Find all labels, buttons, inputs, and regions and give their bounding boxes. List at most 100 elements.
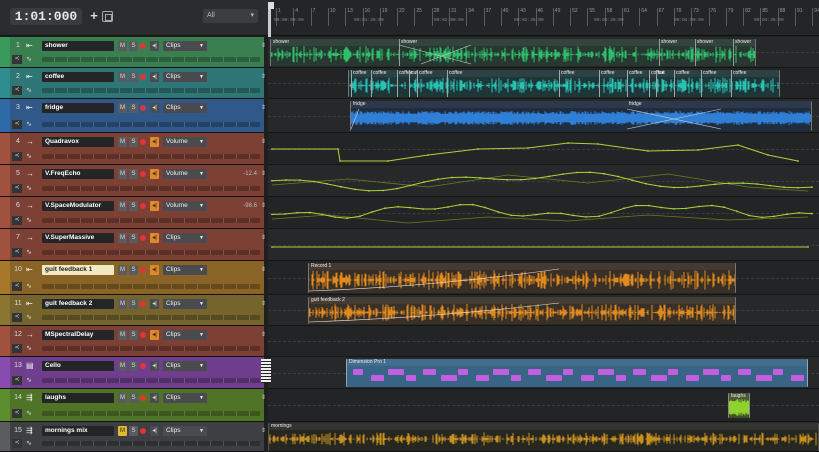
expand-lanes-icon[interactable]: ≺ [12, 55, 22, 64]
envelope-node[interactable] [617, 175, 619, 178]
track-lane[interactable] [268, 165, 819, 197]
track-color-strip[interactable] [0, 229, 10, 260]
envelope-node[interactable] [510, 214, 512, 217]
envelope-node[interactable] [339, 160, 341, 162]
track-header-v.spacemodulator[interactable]: 6 → V.SpaceModulator M S ◂| Volume ▼ -98.6 ⇕ ≺ ∿ [0, 197, 266, 229]
envelope-node[interactable] [761, 216, 763, 219]
envelope-node[interactable] [423, 181, 425, 183]
expand-lanes-icon[interactable]: ≺ [12, 216, 22, 225]
envelope-node[interactable] [623, 207, 625, 210]
envelope-node[interactable] [472, 203, 474, 206]
envelope-node[interactable] [648, 204, 650, 207]
envelope-node[interactable] [711, 204, 713, 207]
expand-lanes-icon[interactable]: ≺ [12, 120, 22, 129]
track-header-shower[interactable]: 1 ⇤ shower M S ◂| Clips ▼ ⇕ ≺ ∿ [0, 37, 266, 68]
monitor-input-button[interactable]: ◂| [150, 41, 159, 51]
track-lane[interactable]: laughs [268, 389, 819, 422]
envelope-node[interactable] [387, 160, 389, 162]
expand-lanes-icon[interactable]: ≺ [12, 282, 22, 291]
reorder-arrows-icon[interactable]: ⇕ [261, 72, 266, 82]
track-name-field[interactable]: V.SuperMassive [42, 233, 114, 243]
envelope-node[interactable] [767, 154, 769, 156]
envelope-node[interactable] [447, 206, 449, 208]
track-lane[interactable]: mornings [268, 422, 819, 452]
envelope-node[interactable] [728, 182, 730, 185]
envelope-node[interactable] [572, 214, 574, 217]
envelope-node[interactable] [685, 207, 687, 210]
monitor-input-button[interactable]: ◂| [150, 233, 159, 243]
midi-note[interactable] [738, 369, 751, 375]
midi-note[interactable] [633, 369, 646, 375]
midi-note[interactable] [493, 369, 509, 375]
envelope-node[interactable] [659, 185, 661, 188]
solo-button[interactable]: S [129, 233, 138, 243]
track-header-fridge[interactable]: 3 ⇤ fridge M S ◂| Clips ▼ ⇕ ≺ ∿ [0, 99, 266, 133]
track-name-field[interactable]: fridge [42, 103, 114, 113]
audio-clip[interactable]: Dimension Pro 1 [346, 359, 808, 387]
solo-button[interactable]: S [129, 426, 138, 436]
record-arm-button[interactable] [140, 171, 146, 177]
track-name-field[interactable]: shower [42, 41, 114, 51]
automation-icon[interactable]: ∿ [26, 184, 32, 193]
midi-note[interactable] [458, 369, 468, 375]
track-name-field[interactable]: guit feedback 2 [42, 299, 114, 309]
monitor-input-button[interactable]: ◂| [150, 426, 159, 436]
midi-note[interactable] [650, 375, 667, 381]
envelope-node[interactable] [645, 182, 647, 185]
solo-button[interactable]: S [129, 137, 138, 147]
track-header-coffee[interactable]: 2 ⇤ coffee M S ◂| Clips ▼ ⇕ ≺ ∿ [0, 68, 266, 99]
monitor-input-button[interactable]: ◂| [150, 361, 159, 371]
track-name-field[interactable]: V.SpaceModulator [42, 201, 114, 211]
monitor-input-button[interactable]: ◂| [150, 103, 159, 113]
track-lane[interactable] [268, 229, 819, 261]
monitor-input-button[interactable]: ◂| [150, 137, 159, 147]
track-color-strip[interactable] [0, 37, 10, 67]
reorder-arrows-icon[interactable]: ⇕ [261, 137, 266, 147]
envelope-node[interactable] [520, 178, 522, 181]
automation-mode-dropdown[interactable]: Clips ▼ [163, 265, 207, 275]
track-header-v.supermassive[interactable]: 7 → V.SuperMassive M S ◂| Clips ▼ ⇕ ≺ ∿ [0, 229, 266, 261]
expand-lanes-icon[interactable]: ≺ [12, 248, 22, 257]
automation-icon[interactable]: ∿ [26, 439, 32, 448]
track-color-strip[interactable] [0, 422, 10, 451]
reorder-arrows-icon[interactable]: ⇕ [261, 201, 266, 211]
envelope-node[interactable] [354, 188, 356, 191]
solo-button[interactable]: S [129, 393, 138, 403]
audio-clip[interactable]: shower shower shower shower shower [270, 39, 756, 66]
envelope-node[interactable] [748, 214, 750, 217]
mute-button[interactable]: M [118, 233, 127, 243]
expand-lanes-icon[interactable]: ≺ [12, 376, 22, 385]
track-lane[interactable]: fridge fridge [268, 99, 819, 133]
midi-note[interactable] [388, 369, 404, 375]
envelope-node[interactable] [479, 177, 481, 179]
midi-note[interactable] [563, 369, 573, 375]
track-lane[interactable]: Record 1 [268, 261, 819, 295]
expand-lanes-icon[interactable]: ≺ [12, 439, 22, 448]
envelope-node[interactable] [340, 185, 342, 188]
envelope-node[interactable] [698, 205, 700, 208]
record-arm-button[interactable] [140, 332, 146, 338]
envelope-node[interactable] [477, 148, 479, 150]
piano-keyboard-icon[interactable] [261, 359, 271, 383]
record-arm-button[interactable] [140, 428, 146, 434]
automation-envelope[interactable] [268, 165, 819, 197]
automation-icon[interactable]: ∿ [26, 55, 32, 64]
automation-envelope[interactable] [268, 133, 819, 165]
track-color-strip[interactable] [0, 261, 10, 294]
envelope-node[interactable] [723, 206, 725, 209]
envelope-node[interactable] [631, 179, 633, 182]
envelope-node[interactable] [397, 205, 399, 208]
envelope-node[interactable] [384, 207, 386, 210]
envelope-node[interactable] [769, 184, 771, 187]
automation-icon[interactable]: ∿ [26, 86, 32, 95]
track-color-strip[interactable] [0, 68, 10, 98]
track-filter-dropdown[interactable]: All ▾ [203, 9, 258, 23]
record-arm-button[interactable] [140, 235, 146, 241]
envelope-node[interactable] [451, 176, 453, 179]
mute-button[interactable]: M [118, 103, 127, 113]
track-color-strip[interactable] [0, 197, 10, 228]
envelope-node[interactable] [797, 186, 799, 189]
envelope-node[interactable] [811, 212, 813, 215]
audio-clip[interactable]: mornings [268, 423, 819, 451]
solo-button[interactable]: S [129, 103, 138, 113]
